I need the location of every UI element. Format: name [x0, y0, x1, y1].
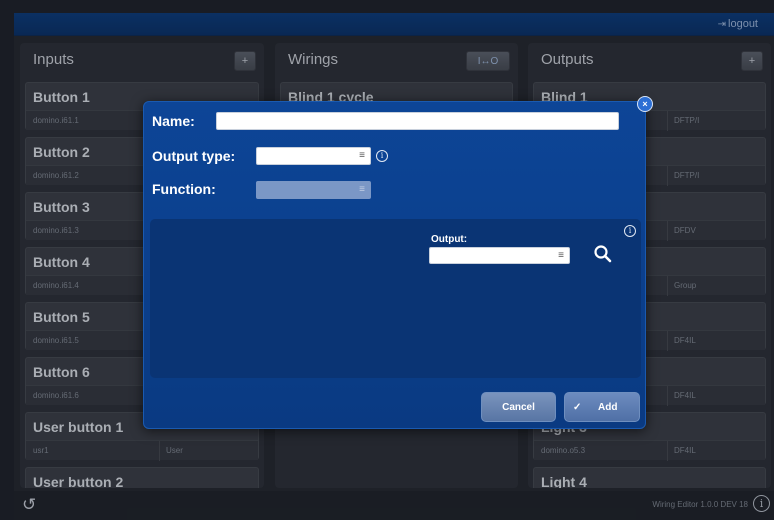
check-icon: ✓: [573, 402, 582, 413]
output-panel-info-icon[interactable]: i: [624, 225, 636, 237]
add-label: Add: [598, 402, 618, 413]
output-select[interactable]: ≡: [429, 247, 570, 264]
search-icon[interactable]: [593, 244, 613, 264]
menu-icon: ≡: [558, 250, 564, 261]
function-select: ≡: [256, 181, 371, 199]
add-button[interactable]: ✓ Add: [564, 392, 640, 422]
close-icon[interactable]: ×: [637, 96, 653, 112]
output-label: Output:: [431, 234, 468, 245]
name-label: Name:: [152, 113, 195, 129]
menu-icon: ≡: [359, 150, 365, 161]
output-options-panel: i Output: ≡: [150, 219, 641, 378]
name-input[interactable]: [216, 112, 619, 130]
add-output-wiring-dialog: × Name: Output type: ≡ i Function: ≡ i O…: [143, 96, 653, 429]
output-type-select[interactable]: ≡: [256, 147, 371, 165]
output-type-info-icon[interactable]: i: [376, 150, 388, 162]
output-type-label: Output type:: [152, 148, 236, 164]
function-label: Function:: [152, 181, 216, 197]
cancel-button[interactable]: Cancel: [481, 392, 556, 422]
menu-icon: ≡: [359, 184, 365, 195]
